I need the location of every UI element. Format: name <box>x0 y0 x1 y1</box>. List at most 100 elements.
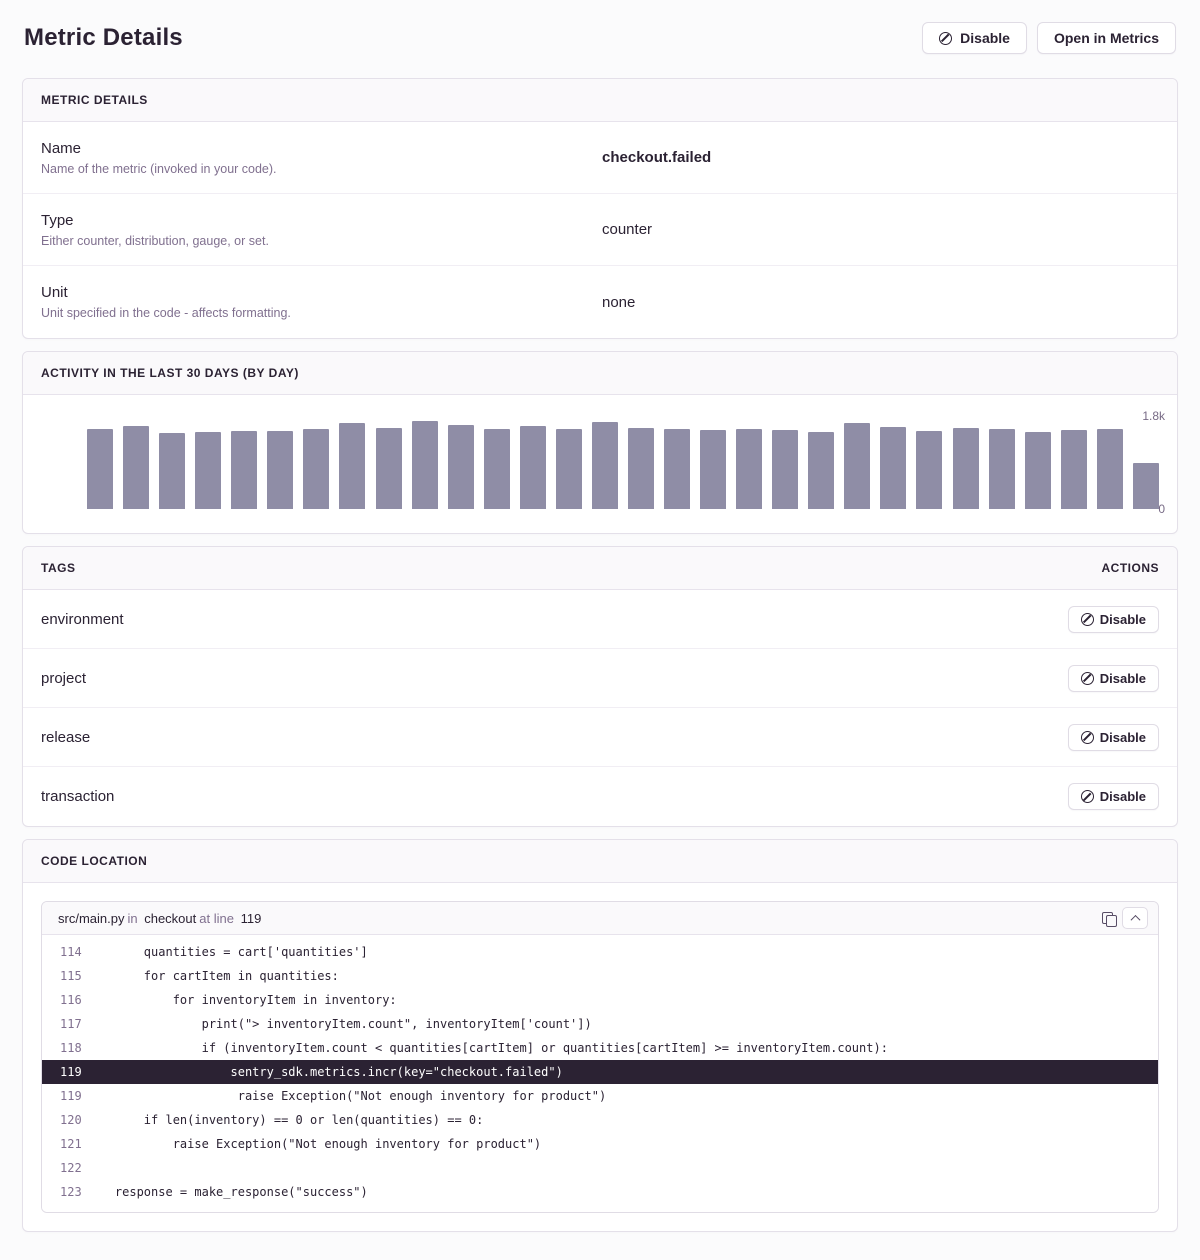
metric-details-panel: METRIC DETAILS Name Name of the metric (… <box>22 78 1178 339</box>
code-line-number: 121 <box>42 1132 86 1156</box>
disable-tag-button-transaction[interactable]: Disable <box>1068 783 1159 810</box>
metric-unit-value: none <box>600 294 1159 311</box>
code-line: 120 if len(inventory) == 0 or len(quanti… <box>42 1108 1158 1132</box>
activity-bar <box>1025 432 1051 509</box>
tags-panel: TAGS ACTIONS environmentDisableprojectDi… <box>22 546 1178 827</box>
code-line-text: raise Exception("Not enough inventory fo… <box>86 1132 541 1156</box>
activity-bar <box>1061 430 1087 509</box>
detail-label: Unit <box>41 284 600 301</box>
activity-bar <box>880 427 906 509</box>
code-location-section-title: CODE LOCATION <box>41 854 147 868</box>
activity-bar <box>376 428 402 509</box>
code-line-number: 118 <box>42 1036 86 1060</box>
activity-bar <box>231 431 257 509</box>
disable-button-label: Disable <box>1100 672 1146 685</box>
code-line: 117 print("> inventoryItem.count", inven… <box>42 1012 1158 1036</box>
activity-bar <box>592 422 618 509</box>
page-title: Metric Details <box>24 24 183 52</box>
metric-type-value: counter <box>600 221 1159 238</box>
disable-button-label: Disable <box>1100 731 1146 744</box>
code-line-text: if len(inventory) == 0 or len(quantities… <box>86 1108 483 1132</box>
code-line: 115 for cartItem in quantities: <box>42 964 1158 988</box>
detail-label: Name <box>41 140 600 157</box>
activity-panel: ACTIVITY IN THE LAST 30 DAYS (BY DAY) 1.… <box>22 351 1178 534</box>
tag-row-environment: environment Disable <box>23 590 1177 649</box>
disable-button-label: Disable <box>1100 790 1146 803</box>
activity-bar <box>159 433 185 509</box>
code-line: 122 <box>42 1156 1158 1180</box>
code-line-text: response = make_response("success") <box>86 1180 368 1204</box>
activity-bar <box>87 429 113 509</box>
activity-bar <box>772 430 798 509</box>
code-line: 121 raise Exception("Not enough inventor… <box>42 1132 1158 1156</box>
activity-section-title: ACTIVITY IN THE LAST 30 DAYS (BY DAY) <box>41 366 299 380</box>
code-line: 123 response = make_response("success") <box>42 1180 1158 1204</box>
code-line-text: for inventoryItem in inventory: <box>86 988 397 1012</box>
activity-bar <box>736 429 762 509</box>
code-line-highlighted: 119 sentry_sdk.metrics.incr(key="checkou… <box>42 1060 1158 1084</box>
metric-name-value: checkout.failed <box>600 149 1159 166</box>
disable-metric-button[interactable]: Disable <box>922 22 1027 54</box>
tag-name: transaction <box>41 788 114 805</box>
code-location-panel-header: CODE LOCATION <box>23 840 1177 883</box>
detail-row-name: Name Name of the metric (invoked in your… <box>23 122 1177 194</box>
tag-name: release <box>41 729 90 746</box>
code-line: 118 if (inventoryItem.count < quantities… <box>42 1036 1158 1060</box>
code-line: 114 quantities = cart['quantities'] <box>42 940 1158 964</box>
activity-bar <box>989 429 1015 509</box>
code-line-text: sentry_sdk.metrics.incr(key="checkout.fa… <box>86 1060 563 1084</box>
tag-name: project <box>41 670 86 687</box>
header-actions: Disable Open in Metrics <box>922 22 1176 54</box>
ban-icon <box>939 32 952 45</box>
disable-tag-button-release[interactable]: Disable <box>1068 724 1159 751</box>
activity-bar <box>448 425 474 509</box>
code-line-text: for cartItem in quantities: <box>86 964 339 988</box>
code-line-number: 119 <box>241 911 262 926</box>
activity-bar <box>628 428 654 509</box>
code-line-number: 116 <box>42 988 86 1012</box>
code-line-number: 114 <box>42 940 86 964</box>
code-line: 119 raise Exception("Not enough inventor… <box>42 1084 1158 1108</box>
activity-bar <box>664 429 690 509</box>
disable-tag-button-environment[interactable]: Disable <box>1068 606 1159 633</box>
code-line-number: 117 <box>42 1012 86 1036</box>
activity-bar <box>916 431 942 509</box>
code-line: 116 for inventoryItem in inventory: <box>42 988 1158 1012</box>
code-file-name: src/main.py <box>58 911 124 926</box>
code-frame-header: src/main.pyin checkoutat line 119 <box>42 902 1158 935</box>
y-axis-tick-zero: 0 <box>1158 502 1165 516</box>
ban-icon <box>1081 613 1094 626</box>
tag-row-project: project Disable <box>23 649 1177 708</box>
chevron-up-icon <box>1130 914 1140 924</box>
activity-bar <box>953 428 979 509</box>
detail-description: Name of the metric (invoked in your code… <box>41 162 600 176</box>
disable-button-label: Disable <box>1100 613 1146 626</box>
activity-bar <box>844 423 870 509</box>
code-function-name: checkout <box>144 911 196 926</box>
code-line-text: raise Exception("Not enough inventory fo… <box>86 1084 606 1108</box>
detail-row-unit: Unit Unit specified in the code - affect… <box>23 266 1177 338</box>
detail-row-type: Type Either counter, distribution, gauge… <box>23 194 1177 266</box>
collapse-code-button[interactable] <box>1122 907 1148 929</box>
tag-name: environment <box>41 611 124 628</box>
tag-row-transaction: transaction Disable <box>23 767 1177 826</box>
code-line-number: 115 <box>42 964 86 988</box>
tag-row-release: release Disable <box>23 708 1177 767</box>
code-path-connector: at line <box>199 911 234 926</box>
activity-bar-chart <box>87 417 1159 509</box>
activity-bar <box>1133 463 1159 509</box>
detail-description: Unit specified in the code - affects for… <box>41 306 600 320</box>
open-in-metrics-button[interactable]: Open in Metrics <box>1037 22 1176 54</box>
code-path-connector: in <box>127 911 137 926</box>
activity-bar <box>1097 429 1123 509</box>
code-line-text: print("> inventoryItem.count", inventory… <box>86 1012 592 1036</box>
detail-label: Type <box>41 212 600 229</box>
copy-icon[interactable] <box>1102 912 1112 924</box>
code-location-panel: CODE LOCATION src/main.pyin checkoutat l… <box>22 839 1178 1232</box>
disable-tag-button-project[interactable]: Disable <box>1068 665 1159 692</box>
code-line-number: 123 <box>42 1180 86 1204</box>
activity-bar <box>808 432 834 509</box>
activity-chart: 1.8k 0 <box>23 395 1177 533</box>
metric-details-section-title: METRIC DETAILS <box>41 93 148 107</box>
activity-bar <box>520 426 546 509</box>
